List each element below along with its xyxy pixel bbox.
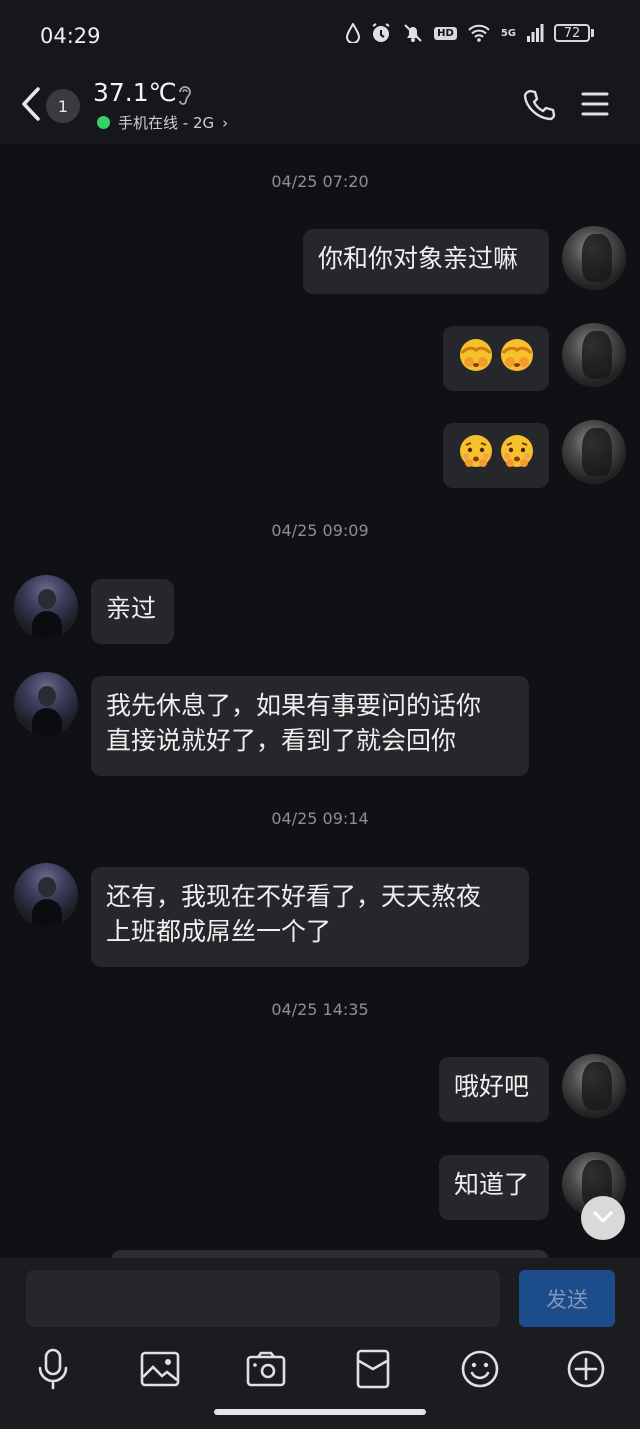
status-bar: 04:29 HD 5G 72 xyxy=(0,0,640,72)
home-indicator[interactable] xyxy=(214,1409,426,1415)
online-dot xyxy=(97,116,110,129)
emoji-message-bubble[interactable] xyxy=(443,326,549,391)
status-icons: HD 5G 72 xyxy=(346,22,594,44)
chevron-down-icon xyxy=(593,1209,613,1228)
message-line: 还有，我现在不好看了，天天熬夜 xyxy=(106,882,482,911)
presence-text: 手机在线 - 2G xyxy=(118,114,215,132)
unread-count-badge[interactable]: 1 xyxy=(46,89,80,123)
smiley-icon[interactable] xyxy=(457,1346,503,1392)
camera-icon[interactable] xyxy=(243,1346,289,1392)
image-icon[interactable] xyxy=(137,1346,183,1392)
message-bubble-sent[interactable]: 知道了 xyxy=(439,1155,549,1220)
message-bubble-sent[interactable]: 哦好吧 xyxy=(439,1057,549,1122)
message-bubble-received[interactable]: 亲过 xyxy=(91,579,174,644)
phone-call-button[interactable] xyxy=(522,88,556,126)
microphone-icon[interactable] xyxy=(30,1346,76,1392)
plus-icon[interactable] xyxy=(563,1346,609,1392)
my-avatar[interactable] xyxy=(562,1054,626,1118)
battery-icon: 72 xyxy=(554,24,594,42)
message-timestamp: 04/25 09:09 xyxy=(271,521,369,540)
face-covering-eyes-emoji xyxy=(457,335,495,382)
chevron-right-icon: › xyxy=(222,113,229,132)
message-line: 上班都成屌丝一个了 xyxy=(106,917,332,946)
message-composer: 发送 xyxy=(0,1258,640,1429)
contact-avatar[interactable] xyxy=(14,672,78,736)
message-line: 直接说就好了，看到了就会回你 xyxy=(106,726,457,755)
input-toolbar xyxy=(0,1346,640,1392)
contact-avatar[interactable] xyxy=(14,863,78,927)
network-type: 5G xyxy=(500,27,516,39)
message-bubble-received[interactable]: 我先休息了，如果有事要问的话你 直接说就好了，看到了就会回你 xyxy=(91,676,529,776)
message-timestamp: 04/25 14:35 xyxy=(271,1000,369,1019)
water-drop-icon xyxy=(346,23,361,43)
message-timestamp: 04/25 07:20 xyxy=(271,172,369,191)
presence-status[interactable]: 手机在线 - 2G › xyxy=(97,112,228,133)
hd-badge: HD xyxy=(434,26,457,40)
my-avatar[interactable] xyxy=(562,323,626,387)
message-timestamp: 04/25 09:14 xyxy=(271,809,369,828)
emoji-message-bubble[interactable] xyxy=(443,423,549,488)
my-avatar[interactable] xyxy=(562,226,626,290)
ear-icon xyxy=(176,83,194,111)
face-covering-eyes-emoji xyxy=(498,335,536,382)
kissing-face-emoji xyxy=(457,432,495,479)
message-bubble-sent[interactable]: 你和你对象亲过嘛 xyxy=(303,229,549,294)
contact-avatar[interactable] xyxy=(14,575,78,639)
chat-title[interactable]: 37.1℃ xyxy=(93,78,177,107)
status-time: 04:29 xyxy=(40,24,101,48)
my-avatar[interactable] xyxy=(562,420,626,484)
chevron-left-icon[interactable] xyxy=(18,86,46,122)
menu-icon[interactable] xyxy=(581,90,609,122)
signal-icon xyxy=(526,24,544,42)
chat-header: 1 37.1℃ 手机在线 - 2G › xyxy=(0,72,640,144)
scroll-to-bottom-button[interactable] xyxy=(581,1196,625,1240)
mute-bell-icon xyxy=(402,22,424,44)
message-input[interactable] xyxy=(26,1270,500,1327)
kissing-face-emoji xyxy=(498,432,536,479)
message-bubble-received[interactable]: 还有，我现在不好看了，天天熬夜 上班都成屌丝一个了 xyxy=(91,867,529,967)
message-line: 我先休息了，如果有事要问的话你 xyxy=(106,691,482,720)
red-packet-icon[interactable] xyxy=(350,1346,396,1392)
battery-level: 72 xyxy=(554,24,590,42)
send-button[interactable]: 发送 xyxy=(519,1270,615,1327)
wifi-icon xyxy=(467,24,491,42)
alarm-icon xyxy=(370,22,392,44)
